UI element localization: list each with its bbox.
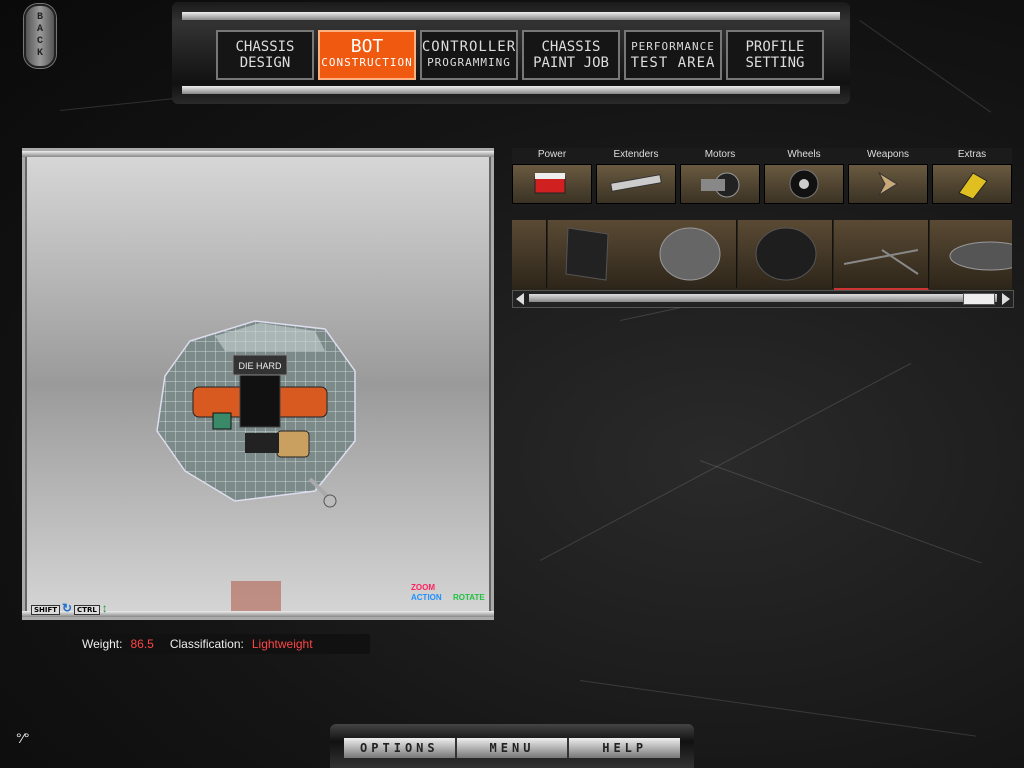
- part-saw-disc[interactable]: [930, 220, 1012, 288]
- scratch: [540, 362, 912, 561]
- category-label: Power: [537, 149, 567, 160]
- scroll-left-arrow-icon[interactable]: [516, 293, 524, 305]
- category-weapons[interactable]: Weapons: [848, 148, 928, 204]
- motor-icon: [680, 164, 760, 204]
- tab-line2: PAINT JOB: [533, 55, 609, 71]
- extender-joint: [323, 494, 337, 508]
- weight-value: 86.5: [130, 637, 154, 651]
- part-panel[interactable]: [512, 220, 547, 288]
- part-dark-disc[interactable]: [738, 220, 833, 288]
- help-button[interactable]: HELP: [569, 738, 680, 758]
- tab-line2: DESIGN: [239, 55, 291, 71]
- parts-strip: [512, 220, 1012, 290]
- motor-unit: [276, 430, 310, 458]
- extender-icon: [596, 164, 676, 204]
- classification-label: Classification:: [169, 637, 244, 651]
- tab-line2: SETTING: [745, 55, 805, 71]
- power-icon: [512, 164, 592, 204]
- category-label: Extenders: [613, 149, 659, 160]
- category-extenders[interactable]: Extenders: [596, 148, 676, 204]
- tab-line2: CONSTRUCTION: [321, 56, 413, 69]
- main-tab-bar: CHASSIS DESIGN BOT CONSTRUCTION CONTROLL…: [172, 2, 850, 104]
- bottom-menu-bar: OPTIONS MENU HELP: [330, 724, 694, 768]
- part-mesh-disc[interactable]: [642, 220, 737, 288]
- category-label: Wheels: [787, 149, 821, 160]
- tab-line2: TEST AREA: [630, 55, 716, 71]
- bot-nameplate: DIE HARD: [238, 361, 282, 371]
- category-label: Motors: [704, 149, 736, 160]
- category-extras[interactable]: Extras: [932, 148, 1012, 204]
- shift-hint: SHIFT ↻ CTRL ↕: [31, 601, 108, 615]
- options-button[interactable]: OPTIONS: [344, 738, 457, 758]
- tab-line1: CHASSIS: [235, 39, 295, 55]
- motor-shaft: [245, 433, 279, 453]
- part-disc-plate[interactable]: [548, 220, 643, 288]
- category-wheels[interactable]: Wheels: [764, 148, 844, 204]
- tab-line1: BOT: [350, 36, 384, 57]
- zoom-hint: ZOOM: [411, 583, 435, 592]
- scroll-thumb[interactable]: [963, 293, 995, 305]
- selected-part-preview[interactable]: [231, 581, 281, 611]
- bot-3d-viewport[interactable]: DIE HARD SHIFT ↻ CTRL ↕ ZOOM ACTION ROTA…: [22, 148, 494, 620]
- shift-key-label: SHIFT: [31, 605, 61, 615]
- part-spinner-bar[interactable]: [834, 220, 929, 290]
- core-block: [239, 370, 281, 428]
- rotate-hint: ROTATE: [453, 593, 485, 602]
- tab-line1: CHASSIS: [541, 39, 601, 55]
- rotate-icon: ↻: [62, 601, 73, 615]
- circuit-board: [212, 412, 232, 430]
- weapon-icon: [848, 164, 928, 204]
- scratch: [859, 20, 992, 113]
- tab-bot-construction[interactable]: BOT CONSTRUCTION: [318, 30, 416, 80]
- part-categories: Power Extenders Motors Wheels Weapons Ex…: [512, 148, 1012, 206]
- tab-line1: PERFORMANCE: [631, 40, 715, 53]
- action-hint: ACTION: [411, 593, 442, 602]
- scroll-track[interactable]: [529, 294, 997, 302]
- bot-model[interactable]: DIE HARD: [25, 151, 491, 617]
- tab-performance-test-area[interactable]: PERFORMANCE TEST AREA: [624, 30, 722, 80]
- category-power[interactable]: Power: [512, 148, 592, 204]
- tab-chassis-paint-job[interactable]: CHASSIS PAINT JOB: [522, 30, 620, 80]
- back-button-label: BACK: [34, 12, 46, 60]
- bottom-menu-rail: OPTIONS MENU HELP: [344, 738, 680, 758]
- back-button[interactable]: BACK: [24, 4, 56, 68]
- extras-icon: [932, 164, 1012, 204]
- wheel-icon: [764, 164, 844, 204]
- ctrl-key-label: CTRL: [74, 605, 100, 615]
- tab-line1: PROFILE: [745, 39, 805, 55]
- updown-arrows-icon: ↕: [101, 601, 108, 615]
- tabs: CHASSIS DESIGN BOT CONSTRUCTION CONTROLL…: [216, 30, 824, 80]
- tab-bar-rail-bottom: [182, 86, 840, 94]
- menu-button[interactable]: MENU: [457, 738, 570, 758]
- classification-value: Lightweight: [251, 637, 313, 651]
- parts-scrollbar[interactable]: [512, 290, 1014, 308]
- scratch: [699, 460, 982, 564]
- tab-profile-setting[interactable]: PROFILE SETTING: [726, 30, 824, 80]
- category-label: Extras: [957, 149, 987, 160]
- stats-bar: Weight: 86.5 Classification: Lightweight: [70, 634, 370, 654]
- tab-controller-programming[interactable]: CONTROLLER PROGRAMMING: [420, 30, 518, 80]
- tab-chassis-design[interactable]: CHASSIS DESIGN: [216, 30, 314, 80]
- weight-label: Weight:: [82, 637, 123, 651]
- scroll-right-arrow-icon[interactable]: [1002, 293, 1010, 305]
- tab-line2: PROGRAMMING: [427, 56, 511, 69]
- tab-line1: CONTROLLER: [421, 39, 517, 55]
- tab-bar-rail-top: [182, 12, 840, 20]
- weapon-cylinder-right: [274, 386, 328, 418]
- category-motors[interactable]: Motors: [680, 148, 760, 204]
- category-label: Weapons: [866, 149, 910, 160]
- fullscreen-toggle-icon[interactable]: °∕°: [16, 730, 30, 746]
